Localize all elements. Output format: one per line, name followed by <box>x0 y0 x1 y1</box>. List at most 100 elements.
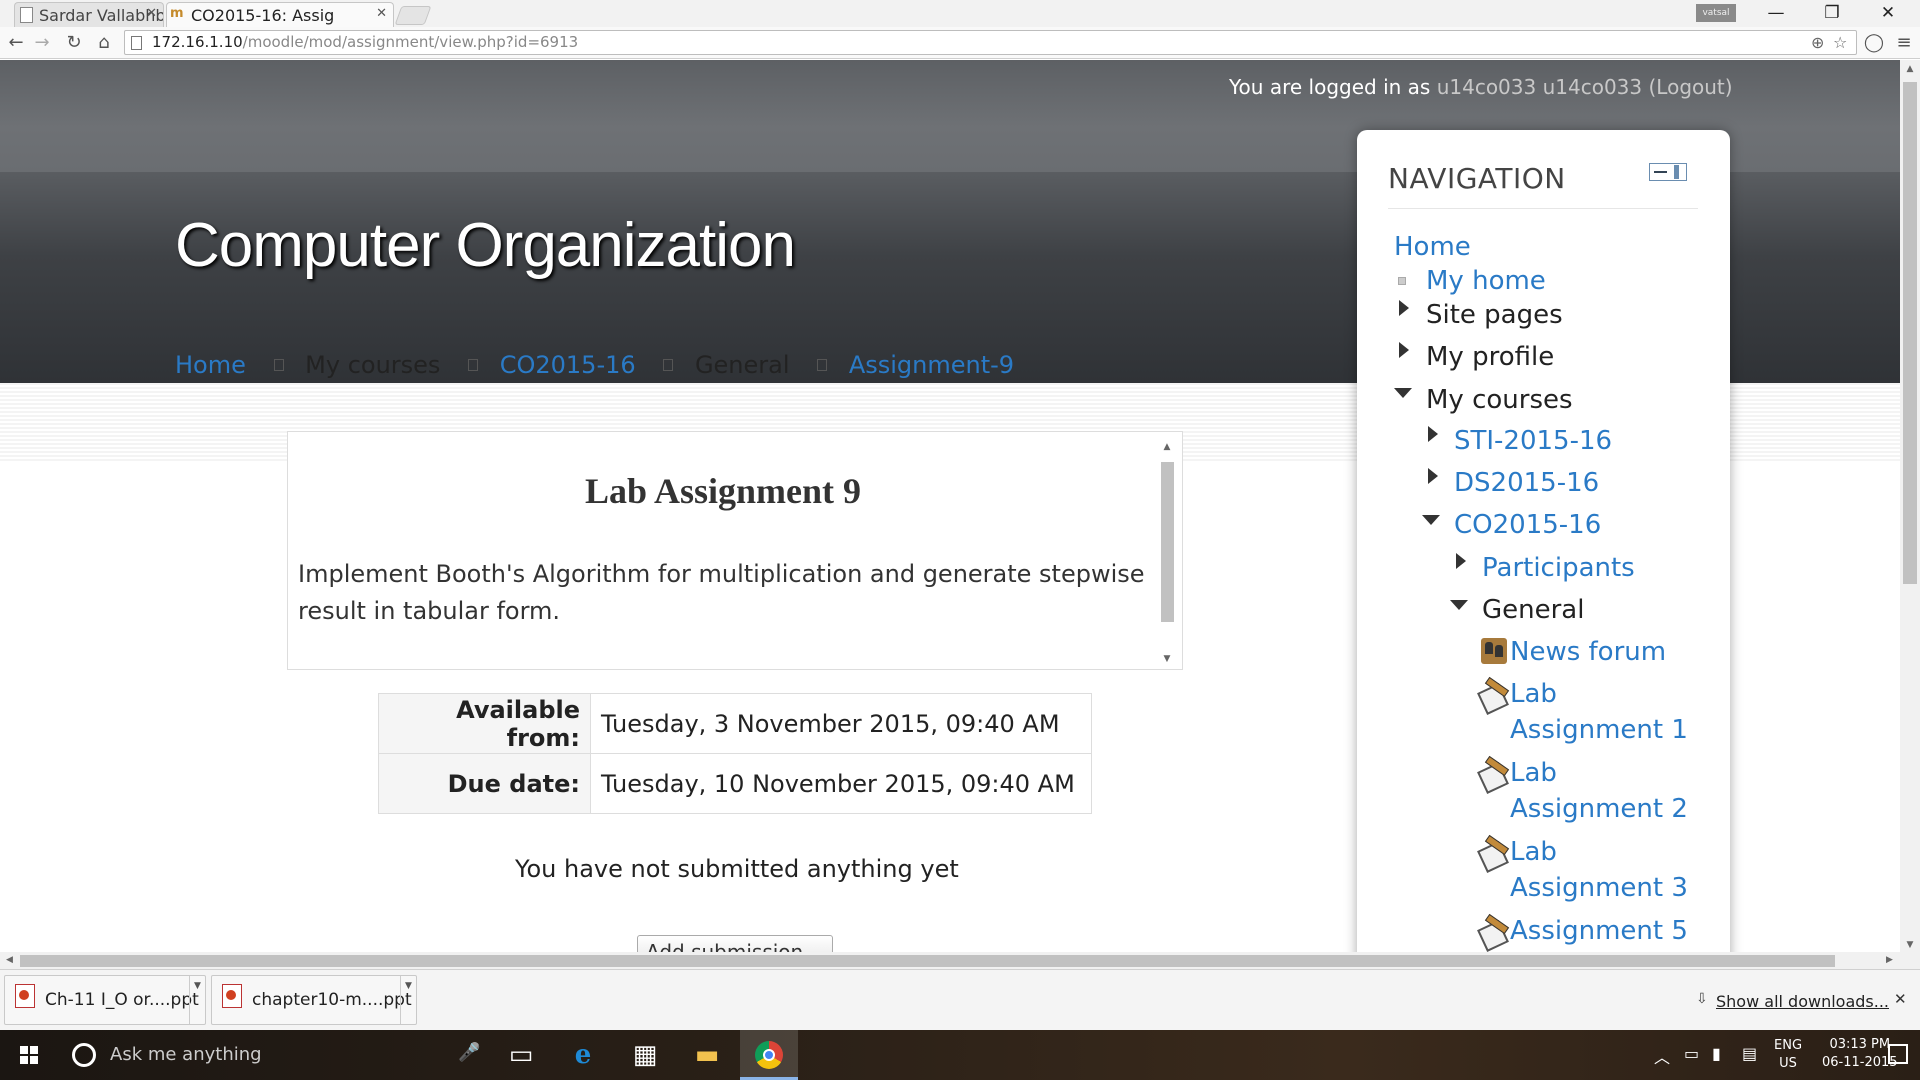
expand-arrow-icon[interactable] <box>1428 468 1438 484</box>
navigation-block: NAVIGATION Home My home Site pages My pr… <box>1357 130 1730 952</box>
navigation-heading: NAVIGATION <box>1388 162 1566 195</box>
microphone-icon[interactable]: 🎤 <box>458 1042 480 1063</box>
moodle-icon: m <box>170 6 184 21</box>
scroll-down-icon[interactable]: ▼ <box>1900 940 1920 950</box>
close-icon[interactable]: ✕ <box>1894 990 1907 1008</box>
dock-block-icon[interactable] <box>1649 163 1687 181</box>
scrollbar-thumb[interactable] <box>1161 462 1174 622</box>
submission-status: You have not submitted anything yet <box>515 855 959 883</box>
expand-arrow-icon[interactable] <box>1428 426 1438 442</box>
download-bar: Ch-11 I_O or....ppt ▼ chapter10-m....ppt… <box>0 969 1920 1030</box>
browser-tab[interactable]: Sardar Vallabhbha ✕ <box>14 2 164 27</box>
login-info: You are logged in as u14co033 u14co033 (… <box>1229 75 1733 99</box>
action-center-icon[interactable] <box>1888 1044 1908 1064</box>
collapse-arrow-icon[interactable] <box>1450 600 1468 610</box>
page-icon <box>131 36 142 50</box>
scroll-left-icon[interactable]: ◀ <box>6 952 13 969</box>
page-horizontal-scrollbar[interactable]: ◀ ▶ <box>0 952 1920 969</box>
intro-scrollbar[interactable]: ▲ ▼ <box>1160 442 1174 664</box>
add-submission-button[interactable]: Add submission <box>637 935 833 952</box>
url-text: 172.16.1.10/moodle/mod/assignment/view.p… <box>152 33 579 51</box>
download-filename: chapter10-m....ppt <box>252 990 412 1010</box>
nav-item-lab-assignment-3[interactable]: Lab Assignment 3 <box>1510 834 1688 906</box>
nav-item-news-forum[interactable]: News forum <box>1510 634 1666 670</box>
language-indicator[interactable]: ENG US <box>1774 1037 1802 1073</box>
page-vertical-scrollbar[interactable]: ▲ ▼ <box>1900 60 1920 952</box>
nav-item-participants[interactable]: Participants <box>1482 550 1635 586</box>
browser-tab-active[interactable]: m CO2015-16: Assig ✕ <box>166 2 394 27</box>
nav-item-my-home[interactable]: My home <box>1426 263 1546 299</box>
site-title[interactable]: Computer Organization <box>175 210 796 281</box>
nav-item-assignment-5[interactable]: Assignment 5 <box>1510 913 1688 949</box>
task-view-icon[interactable]: ▭ <box>492 1030 550 1080</box>
breadcrumb-course[interactable]: CO2015-16 <box>500 351 636 379</box>
scroll-up-icon[interactable]: ▲ <box>1900 64 1920 74</box>
address-bar[interactable]: 172.16.1.10/moodle/mod/assignment/view.p… <box>124 30 1857 55</box>
network-icon[interactable]: ▭ <box>1684 1044 1699 1063</box>
breadcrumb-assignment[interactable]: Assignment-9 <box>849 351 1014 379</box>
message-icon[interactable]: ▤ <box>1742 1044 1757 1063</box>
assignment-icon <box>1479 918 1507 946</box>
edge-browser-icon[interactable]: e <box>554 1030 612 1080</box>
breadcrumb-general: General <box>694 351 790 379</box>
home-icon[interactable]: ⌂ <box>92 31 116 55</box>
scroll-right-icon[interactable]: ▶ <box>1886 952 1893 969</box>
nav-item-my-profile[interactable]: My profile <box>1426 339 1554 375</box>
nav-item-general[interactable]: General <box>1482 592 1584 628</box>
clock[interactable]: 03:13 PM 06-11-2015 <box>1822 1036 1898 1072</box>
username-link[interactable]: u14co033 u14co033 <box>1437 75 1642 99</box>
nav-item-course-ds[interactable]: DS2015-16 <box>1454 465 1599 501</box>
zoom-icon[interactable]: ⊕ <box>1811 33 1824 52</box>
download-arrow-icon: ⇩ <box>1696 991 1708 1007</box>
nav-item-home[interactable]: Home <box>1394 229 1471 265</box>
assignment-description: Implement Booth's Algorithm for multipli… <box>298 560 1145 625</box>
expand-arrow-icon[interactable] <box>1399 300 1409 316</box>
download-item[interactable]: chapter10-m....ppt ▼ <box>211 975 417 1025</box>
forum-icon <box>1481 638 1507 664</box>
expand-arrow-icon[interactable] <box>1456 553 1466 569</box>
collapse-arrow-icon[interactable] <box>1394 388 1412 398</box>
file-explorer-icon[interactable]: ▬ <box>678 1030 736 1080</box>
chevron-down-icon[interactable]: ▼ <box>400 976 416 1024</box>
expand-arrow-icon[interactable] <box>1399 342 1409 358</box>
table-row: Available from: Tuesday, 3 November 2015… <box>378 693 1092 754</box>
show-all-downloads-link[interactable]: Show all downloads... <box>1716 992 1889 1011</box>
tab-close-icon[interactable]: ✕ <box>376 6 387 21</box>
bookmark-star-icon[interactable]: ☆ <box>1833 33 1847 52</box>
collapse-arrow-icon[interactable] <box>1422 515 1440 525</box>
back-icon[interactable]: ← <box>4 31 28 55</box>
download-item[interactable]: Ch-11 I_O or....ppt ▼ <box>4 975 206 1025</box>
store-icon[interactable]: ▦ <box>616 1030 674 1080</box>
scroll-up-icon[interactable]: ▲ <box>1160 442 1174 452</box>
extension-icon[interactable]: ◯ <box>1862 31 1886 55</box>
scroll-down-icon[interactable]: ▼ <box>1160 654 1174 664</box>
new-tab-button[interactable] <box>394 6 432 25</box>
minimize-icon[interactable]: — <box>1752 0 1800 27</box>
restore-icon[interactable]: ❐ <box>1808 0 1856 27</box>
breadcrumb-home[interactable]: Home <box>175 351 246 379</box>
assignment-icon <box>1479 839 1507 867</box>
chrome-taskbar-icon[interactable] <box>740 1030 798 1080</box>
show-hidden-icons-icon[interactable]: ︿ <box>1654 1044 1670 1068</box>
nav-item-my-courses[interactable]: My courses <box>1426 382 1573 418</box>
chevron-down-icon[interactable]: ▼ <box>189 976 205 1024</box>
menu-icon[interactable]: ≡ <box>1892 31 1916 55</box>
scrollbar-thumb[interactable] <box>1903 82 1917 584</box>
start-button[interactable] <box>0 1030 60 1080</box>
scrollbar-thumb[interactable] <box>20 955 1835 967</box>
nav-item-lab-assignment-1[interactable]: Lab Assignment 1 <box>1510 676 1688 748</box>
forward-icon[interactable]: → <box>30 31 54 55</box>
taskbar-search-input[interactable]: Ask me anything <box>110 1044 262 1065</box>
reload-icon[interactable]: ↻ <box>62 31 86 55</box>
profile-chip[interactable]: vatsal <box>1696 4 1736 22</box>
nav-item-lab-assignment-2[interactable]: Lab Assignment 2 <box>1510 755 1688 827</box>
nav-item-course-co[interactable]: CO2015-16 <box>1454 507 1601 543</box>
logout-link[interactable]: Logout <box>1656 75 1724 99</box>
tab-close-icon[interactable]: ✕ <box>146 6 157 21</box>
page-viewport: You are logged in as u14co033 u14co033 (… <box>0 60 1900 952</box>
battery-icon[interactable]: ▮ <box>1712 1044 1721 1063</box>
nav-item-site-pages[interactable]: Site pages <box>1426 297 1563 333</box>
close-icon[interactable]: ✕ <box>1864 0 1912 27</box>
cortana-icon[interactable] <box>72 1043 96 1067</box>
nav-item-course-sti[interactable]: STI-2015-16 <box>1454 423 1612 459</box>
